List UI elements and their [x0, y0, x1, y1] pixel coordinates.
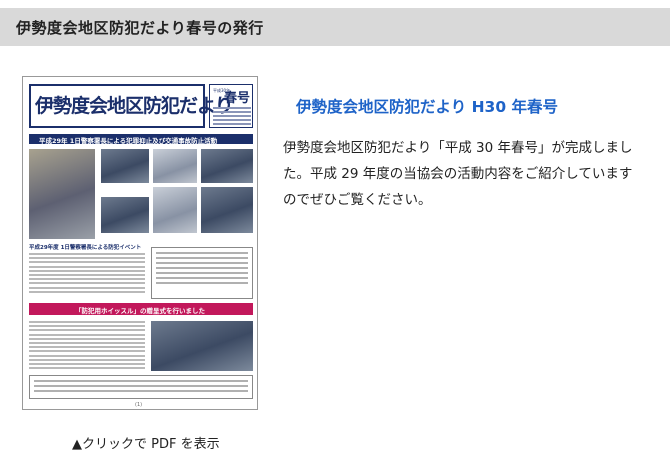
photo-group-1 — [101, 149, 149, 183]
section-banner-2-text: 「防犯用ホイッスル」の贈呈式を行いました — [75, 307, 205, 315]
event-subheading: 平成29年度 1日警察署長による防犯イベント — [29, 245, 142, 251]
photo-group-3 — [201, 149, 253, 183]
page-title: 伊勢度会地区防犯だより春号の発行 — [16, 19, 264, 37]
photo-group-5 — [201, 187, 253, 233]
article-body: 伊勢度会地区防犯だより「平成 30 年春号」が完成しました。平成 29 年度の当… — [283, 140, 633, 208]
photo-group-2 — [153, 149, 197, 183]
photo-police-chief — [29, 149, 95, 239]
masthead-title-box: 伊勢度会地区防犯だより — [29, 84, 234, 128]
event-info-box — [151, 247, 253, 299]
issue-label: 春号 — [224, 91, 251, 106]
open-pdf-link[interactable]: ▲クリックで PDF を表示 — [72, 433, 220, 452]
section-banner-1: 平成29年 1日警察署長による犯罪抑止及び交通事故防止活動 — [29, 134, 253, 145]
whistle-info-box — [29, 375, 253, 399]
newsletter-title: 伊勢度会地区防犯だより — [35, 95, 234, 117]
whistle-text — [29, 321, 145, 371]
section-banner-2: 「防犯用ホイッスル」の贈呈式を行いました — [29, 303, 253, 315]
newsletter-thumbnail[interactable]: 伊勢度会地区防犯だより 平成30年 春号 平成29年 1日警察署長による犯罪抑止… — [22, 76, 258, 410]
photo-mascot — [153, 187, 197, 233]
page-number: (1) — [135, 402, 143, 408]
photo-group-4 — [101, 197, 149, 233]
photo-whistle-ceremony — [151, 321, 253, 371]
header-bar: 伊勢度会地区防犯だより春号の発行 — [0, 8, 670, 46]
article-title: 伊勢度会地区防犯だより H30 年春号 — [296, 98, 559, 116]
issue-details — [213, 107, 251, 127]
newsletter-masthead: 伊勢度会地区防犯だより 平成30年 春号 — [29, 84, 253, 128]
event-text — [29, 253, 145, 295]
issue-box: 平成30年 春号 — [209, 84, 253, 128]
section-banner-1-text: 平成29年 1日警察署長による犯罪抑止及び交通事故防止活動 — [39, 137, 218, 145]
